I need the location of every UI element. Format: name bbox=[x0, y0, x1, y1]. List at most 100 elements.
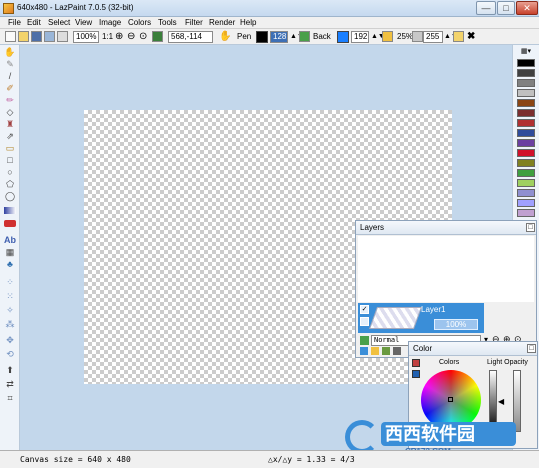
colors-label: Colors bbox=[439, 359, 460, 366]
menu-file[interactable]: File bbox=[8, 18, 21, 28]
menu-image[interactable]: Image bbox=[99, 18, 121, 28]
duplicate-layer-icon[interactable] bbox=[382, 347, 390, 355]
layer-up-icon[interactable]: ⬆ bbox=[4, 365, 16, 375]
select-poly-icon[interactable]: ⁙ bbox=[4, 291, 16, 301]
palette-swatch[interactable] bbox=[517, 109, 535, 117]
hand-icon[interactable]: ✋ bbox=[219, 31, 231, 43]
open-folder-icon[interactable] bbox=[18, 31, 29, 42]
zoom-out-icon[interactable]: ⊖ bbox=[127, 31, 135, 43]
color-panel-close-button[interactable]: □ bbox=[527, 344, 536, 353]
menu-tools[interactable]: Tools bbox=[158, 18, 177, 28]
zoom-fit-icon[interactable]: ⊙ bbox=[139, 31, 147, 43]
back-color-indicator[interactable] bbox=[412, 370, 420, 378]
menu-filter[interactable]: Filter bbox=[185, 18, 203, 28]
load-brush-icon[interactable] bbox=[453, 31, 464, 42]
palette-swatch[interactable] bbox=[517, 139, 535, 147]
select-ellipse-icon[interactable]: ⁘ bbox=[4, 277, 16, 287]
rectangle-tool-icon[interactable]: □ bbox=[4, 155, 16, 165]
zoom-field[interactable]: 100% bbox=[73, 31, 99, 43]
menu-bar: File Edit Select View Image Colors Tools… bbox=[0, 17, 539, 29]
layer-visible-checkbox[interactable]: ✓ bbox=[360, 305, 369, 314]
palette-swatch[interactable] bbox=[517, 59, 535, 67]
menu-view[interactable]: View bbox=[75, 18, 92, 28]
menu-render[interactable]: Render bbox=[209, 18, 235, 28]
maximize-button[interactable]: □ bbox=[497, 1, 515, 15]
layers-panel-close-button[interactable]: □ bbox=[526, 223, 535, 232]
new-file-icon[interactable] bbox=[5, 31, 16, 42]
copy-icon[interactable] bbox=[57, 31, 68, 42]
tools-panel: ✋ ✎ / ✐ ✏ ◇ ♜ ⇗ ▭ □ ○ ⬠ ◯ Ab ▦ ♣ ⁘ ⁙ ✧ ⁂… bbox=[0, 45, 20, 450]
save-as-icon[interactable] bbox=[44, 31, 55, 42]
crop-icon[interactable]: ⌗ bbox=[4, 393, 16, 403]
main-toolbar: 100% 1:1 ⊕ ⊖ ⊙ 568,-114 ✋ Pen 128 ▲▼ Bac… bbox=[0, 29, 539, 45]
color-panel-title: Color bbox=[409, 342, 537, 356]
merge-layer-icon[interactable] bbox=[393, 347, 401, 355]
color-picker-icon[interactable]: ✎ bbox=[4, 59, 16, 69]
eraser-tool-icon[interactable]: ◇ bbox=[4, 107, 16, 117]
menu-select[interactable]: Select bbox=[48, 18, 70, 28]
menu-colors[interactable]: Colors bbox=[128, 18, 151, 28]
palette-swatch[interactable] bbox=[517, 79, 535, 87]
move-tool-icon[interactable]: ⇗ bbox=[4, 131, 16, 141]
polygon-tool-icon[interactable]: ⬠ bbox=[4, 179, 16, 189]
select-rect-icon[interactable]: ▭ bbox=[4, 143, 16, 153]
palette-swatch[interactable] bbox=[517, 199, 535, 207]
gradient-tool-icon[interactable] bbox=[4, 207, 16, 214]
save-icon[interactable] bbox=[31, 31, 42, 42]
shape-tool-icon[interactable] bbox=[4, 220, 16, 227]
layer-settings-icon[interactable] bbox=[360, 317, 369, 326]
open-layer-icon[interactable] bbox=[371, 347, 379, 355]
zoom-in-icon[interactable]: ⊕ bbox=[115, 31, 123, 43]
back-color-swatch[interactable] bbox=[337, 31, 349, 43]
layer-opacity-bar[interactable]: 100% bbox=[434, 319, 478, 330]
palette-swatch[interactable] bbox=[517, 149, 535, 157]
palette-swatch[interactable] bbox=[517, 99, 535, 107]
pen-tool-icon[interactable]: / bbox=[4, 71, 16, 81]
ellipse-tool-icon[interactable]: ○ bbox=[4, 167, 16, 177]
grid-icon[interactable] bbox=[152, 31, 163, 42]
move-selection-icon[interactable]: ✥ bbox=[4, 335, 16, 345]
hand-tool-icon[interactable]: ✋ bbox=[4, 47, 16, 57]
palette-swatch[interactable] bbox=[517, 159, 535, 167]
fill-tool-icon[interactable]: ♜ bbox=[4, 119, 16, 129]
brush-tool-icon[interactable]: ✐ bbox=[4, 83, 16, 93]
layer-effects-icon[interactable] bbox=[360, 336, 369, 345]
menu-edit[interactable]: Edit bbox=[27, 18, 41, 28]
minimize-button[interactable]: — bbox=[476, 1, 496, 15]
magic-wand-icon[interactable]: ✧ bbox=[4, 305, 16, 315]
deform-grid-icon[interactable]: ▦ bbox=[4, 247, 16, 257]
watermark-c-mark bbox=[345, 420, 379, 454]
palette-swatch[interactable] bbox=[517, 209, 535, 217]
select-pen-icon[interactable]: ⁂ bbox=[4, 319, 16, 329]
remove-brush-icon[interactable]: ✖ bbox=[467, 31, 475, 43]
rotate-selection-icon[interactable]: ⟲ bbox=[4, 349, 16, 359]
menu-help[interactable]: Help bbox=[240, 18, 256, 28]
zoom-ratio-button[interactable]: 1:1 bbox=[102, 31, 113, 43]
palette-swatch[interactable] bbox=[517, 89, 535, 97]
palette-swatch[interactable] bbox=[517, 129, 535, 137]
perspective-tool-icon[interactable]: ♣ bbox=[4, 259, 16, 269]
palette-swatch[interactable] bbox=[517, 169, 535, 177]
pen-opacity-field[interactable]: 128 bbox=[270, 31, 288, 43]
close-button[interactable]: ✕ bbox=[516, 1, 538, 15]
pen-color-indicator[interactable] bbox=[412, 359, 420, 367]
add-layer-icon[interactable] bbox=[360, 347, 368, 355]
clone-tool-icon[interactable]: ✏ bbox=[4, 95, 16, 105]
text-tool-icon[interactable]: Ab bbox=[4, 235, 16, 245]
color-wheel-cursor[interactable] bbox=[448, 397, 453, 402]
lightness-slider-handle[interactable]: ◀ bbox=[498, 397, 504, 406]
back-opacity-field[interactable]: 192 bbox=[351, 31, 369, 43]
alpha-field[interactable]: 255 bbox=[423, 31, 443, 43]
palette-swatch[interactable] bbox=[517, 69, 535, 77]
palette-swatch[interactable] bbox=[517, 189, 535, 197]
layer-thumbnail bbox=[368, 307, 423, 329]
palette-swatch[interactable] bbox=[517, 119, 535, 127]
aspect-ratio-status: △x/△y = 1.33 = 4/3 bbox=[268, 455, 355, 464]
layer-row[interactable]: ✓ Layer1 100% bbox=[358, 303, 484, 333]
palette-swatch[interactable] bbox=[517, 179, 535, 187]
swap-colors-icon[interactable] bbox=[299, 31, 310, 42]
flip-icon[interactable]: ⇄ bbox=[4, 379, 16, 389]
spline-tool-icon[interactable]: ◯ bbox=[4, 191, 16, 201]
palette-menu-icon[interactable]: ▦▾ bbox=[517, 47, 535, 56]
pen-color-swatch[interactable] bbox=[256, 31, 268, 43]
